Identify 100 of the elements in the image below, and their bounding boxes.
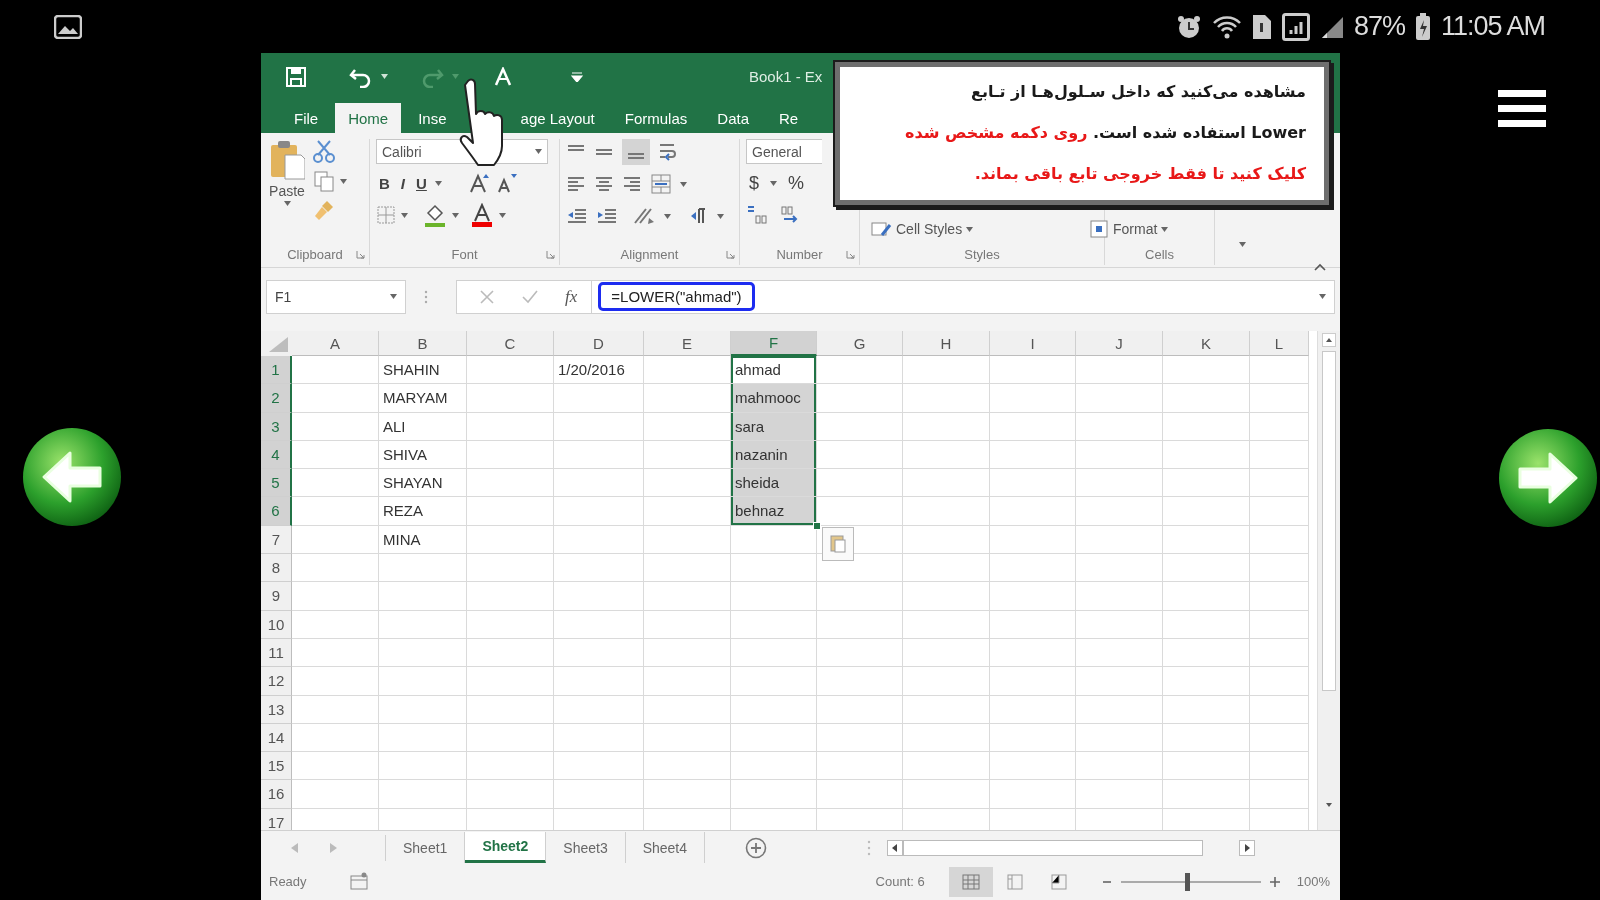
align-right-icon[interactable] [622, 175, 642, 193]
sheet-tab[interactable]: Sheet2 [465, 832, 547, 863]
column-header[interactable]: H [903, 331, 990, 356]
table-cell[interactable]: SHIVA [379, 440, 467, 470]
table-cell[interactable]: nazanin [731, 440, 817, 470]
normal-view-button[interactable] [948, 866, 993, 897]
caret-icon[interactable] [1239, 242, 1246, 247]
ribbon-tab[interactable]: Data [704, 103, 762, 133]
table-cell[interactable]: MINA [379, 525, 467, 555]
caret-icon[interactable] [452, 212, 459, 218]
table-cell[interactable]: sara [731, 412, 817, 441]
italic-button[interactable]: I [397, 174, 408, 192]
shrink-font-icon[interactable] [495, 173, 518, 193]
column-header[interactable]: I [990, 331, 1076, 356]
bold-button[interactable]: B [376, 174, 393, 192]
insert-function-button[interactable]: fx [565, 286, 578, 307]
caret-icon[interactable] [770, 180, 777, 186]
table-cell[interactable]: SHAHIN [379, 356, 467, 385]
increase-decimal-icon[interactable] [746, 205, 768, 225]
row-header[interactable]: 15 [261, 752, 292, 781]
sheet-tab[interactable]: Sheet4 [625, 832, 706, 863]
table-cell[interactable]: sheida [731, 469, 817, 498]
zoom-in-icon[interactable] [1268, 875, 1281, 888]
scroll-right-icon[interactable] [1239, 839, 1256, 856]
caret-icon[interactable] [381, 74, 388, 79]
row-header[interactable]: 7 [261, 525, 292, 555]
zoom-level[interactable]: 100% [1296, 874, 1330, 889]
ribbon-tab[interactable]: Home [335, 103, 402, 133]
row-header[interactable]: 13 [261, 695, 292, 724]
cell-styles-button[interactable]: Cell Styles [870, 219, 974, 239]
dialog-launcher-icon[interactable] [846, 249, 855, 259]
caret-icon[interactable] [535, 149, 542, 154]
collapse-ribbon-icon[interactable] [1314, 263, 1326, 271]
sheet-tab[interactable]: Sheet3 [546, 832, 626, 863]
column-header[interactable]: E [644, 331, 731, 356]
caret-icon[interactable] [717, 213, 724, 219]
row-header[interactable]: 14 [261, 723, 292, 753]
row-header[interactable]: 3 [261, 412, 292, 441]
caret-icon[interactable] [401, 212, 408, 218]
table-cell[interactable]: REZA [379, 497, 467, 526]
copy-icon[interactable] [313, 170, 335, 192]
caret-icon[interactable] [1161, 226, 1169, 232]
table-cell[interactable]: mahmooc [731, 384, 817, 413]
ribbon-tab[interactable]: Formulas [611, 103, 701, 133]
currency-button[interactable]: $ [746, 172, 762, 194]
caret-icon[interactable] [1319, 294, 1326, 299]
save-icon[interactable] [285, 65, 307, 88]
percent-button[interactable]: % [785, 172, 808, 194]
add-sheet-icon[interactable] [745, 836, 768, 859]
ribbon-tab[interactable]: age Layout [507, 103, 608, 133]
name-box[interactable]: F1 [266, 279, 406, 314]
table-cell[interactable]: 1/20/2016 [554, 356, 644, 385]
table-cell[interactable]: ALI [379, 412, 467, 441]
dialog-launcher-icon[interactable] [546, 249, 555, 259]
row-header[interactable]: 1 [261, 356, 292, 385]
row-header[interactable]: 12 [261, 667, 292, 696]
caret-icon[interactable] [680, 181, 687, 187]
caret-icon[interactable] [499, 212, 506, 218]
column-header[interactable]: D [554, 331, 644, 356]
number-format-field[interactable]: General [746, 139, 822, 164]
scroll-left-icon[interactable] [887, 839, 904, 856]
row-header[interactable]: 6 [261, 497, 292, 526]
decrease-indent-icon[interactable] [566, 207, 588, 225]
column-header[interactable]: L [1250, 331, 1309, 356]
table-cell[interactable]: SHAYAN [379, 469, 467, 498]
row-header[interactable]: 4 [261, 440, 292, 470]
ribbon-tab[interactable]: Inse [405, 103, 460, 133]
row-header[interactable]: 16 [261, 780, 292, 809]
caret-icon[interactable] [340, 178, 347, 184]
customize-caret-icon[interactable] [571, 71, 583, 82]
font-color-icon[interactable] [470, 203, 494, 227]
underline-button[interactable]: U [413, 174, 430, 192]
row-header[interactable]: 17 [261, 808, 292, 830]
caret-icon[interactable] [283, 201, 291, 206]
macro-record-icon[interactable] [348, 871, 369, 892]
splitter-dots-icon[interactable] [867, 839, 872, 856]
formula-field[interactable]: =LOWER("ahmad") [591, 279, 1335, 314]
caret-icon[interactable] [390, 294, 397, 299]
row-header[interactable]: 9 [261, 582, 292, 611]
merge-icon[interactable] [650, 173, 672, 195]
fill-handle[interactable] [813, 521, 821, 530]
column-header[interactable]: J [1076, 331, 1163, 356]
table-cell[interactable]: behnaz [731, 497, 817, 526]
fill-color-icon[interactable] [423, 203, 447, 227]
scrollbar-thumb[interactable] [1322, 351, 1336, 691]
caret-icon[interactable] [664, 213, 671, 219]
column-header[interactable]: K [1163, 331, 1250, 356]
back-button[interactable] [22, 426, 122, 527]
orientation-icon[interactable] [632, 206, 656, 226]
scroll-up-icon[interactable] [1322, 333, 1336, 347]
ribbon-tab[interactable]: Re [766, 103, 812, 133]
caret-icon[interactable] [434, 180, 442, 186]
row-header[interactable]: 2 [261, 384, 292, 413]
dialog-launcher-icon[interactable] [356, 249, 365, 259]
format-button[interactable]: Format [1089, 219, 1169, 239]
scissors-icon[interactable] [313, 139, 335, 163]
horizontal-scrollbar[interactable] [903, 839, 1204, 856]
column-header[interactable]: B [379, 331, 467, 356]
grow-font-icon[interactable] [468, 173, 491, 193]
column-header[interactable]: C [467, 331, 554, 356]
